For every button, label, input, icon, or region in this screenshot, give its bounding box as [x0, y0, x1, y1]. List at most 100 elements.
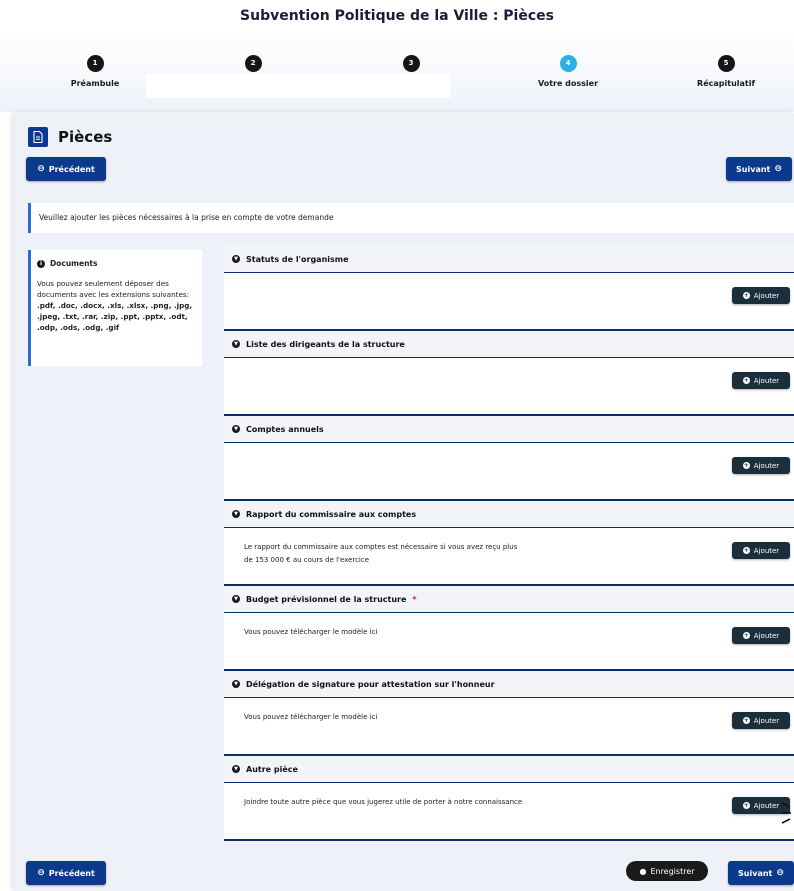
page-heading: Pièces [58, 128, 113, 146]
previous-button-top[interactable]: ⊖ Précédent [26, 157, 106, 181]
piece-body: Le rapport du commissaire aux comptes es… [224, 527, 794, 586]
piece-section: ▼ Comptes annuels + Ajouter [224, 416, 794, 501]
piece-header[interactable]: ▼ Délégation de signature pour attestati… [224, 671, 794, 697]
next-label: Suivant [736, 164, 771, 174]
add-label: Ajouter [753, 631, 780, 640]
piece-title: Délégation de signature pour attestation… [246, 679, 495, 689]
chevron-down-icon: ▼ [232, 425, 240, 433]
piece-body: + Ajouter [224, 357, 794, 416]
piece-title: Liste des dirigeants de la structure [246, 339, 405, 349]
piece-section: ▼ Liste des dirigeants de la structure +… [224, 331, 794, 416]
info-icon: i [37, 259, 45, 268]
piece-body: Vous pouvez télécharger le modèle ici + … [224, 612, 794, 671]
add-label: Ajouter [753, 461, 780, 470]
add-label: Ajouter [753, 716, 780, 725]
plus-icon: + [742, 377, 750, 384]
step-number: 1 [86, 55, 104, 72]
required-marker: * [412, 594, 417, 604]
add-button[interactable]: + Ajouter [732, 627, 790, 644]
documents-info-panel: i Documents Vous pouvez seulement dépose… [28, 250, 202, 366]
next-button-bottom[interactable]: Suivant ⊖ [728, 861, 794, 885]
pieces-list: ▼ Statuts de l'organisme + Ajouter ▼ Lis… [224, 246, 794, 841]
piece-header[interactable]: ▼ Rapport du commissaire aux comptes [224, 501, 794, 527]
notice-message: Veuillez ajouter les pièces nécessaires … [28, 203, 794, 233]
chevron-down-icon: ▼ [232, 765, 240, 773]
step-number: 2 [244, 55, 262, 72]
add-button[interactable]: + Ajouter [732, 287, 790, 304]
step-label: Préambule [70, 79, 120, 88]
piece-section: ▼ Délégation de signature pour attestati… [224, 671, 794, 756]
piece-header[interactable]: ▼ Autre pièce [224, 756, 794, 782]
arrow-left-circle-icon: ⊖ [37, 868, 45, 878]
piece-description: Le rapport du commissaire aux comptes es… [244, 543, 518, 564]
plus-icon: + [742, 632, 750, 639]
piece-header[interactable]: ▼ Budget prévisionnel de la structure * [224, 586, 794, 612]
arrow-right-circle-icon: ⊖ [774, 164, 782, 174]
chevron-down-icon: ▼ [232, 340, 240, 348]
chevron-down-icon: ▼ [232, 595, 240, 603]
next-label: Suivant [738, 868, 773, 878]
documents-title-row: i Documents [37, 258, 196, 269]
page-title: Subvention Politique de la Ville : Pièce… [240, 8, 554, 24]
plus-icon: + [742, 462, 750, 469]
save-label: Enregistrer [650, 866, 695, 876]
previous-label: Précédent [48, 868, 95, 878]
piece-description: Vous pouvez télécharger le modèle ici [244, 713, 378, 721]
add-button[interactable]: + Ajouter [732, 542, 790, 559]
piece-title: Budget prévisionnel de la structure [246, 594, 407, 604]
step-number: 4 [559, 55, 577, 72]
plus-icon: + [742, 717, 750, 724]
piece-section: ▼ Statuts de l'organisme + Ajouter [224, 246, 794, 331]
step-labels-mask [146, 74, 450, 98]
step-label: Votre dossier [537, 79, 599, 88]
piece-description: Vous pouvez télécharger le modèle ici [244, 628, 378, 636]
chevron-down-icon: ▼ [232, 510, 240, 518]
add-button[interactable]: + Ajouter [732, 712, 790, 729]
plus-icon: + [742, 802, 750, 809]
add-label: Ajouter [753, 546, 780, 555]
piece-header[interactable]: ▼ Liste des dirigeants de la structure [224, 331, 794, 357]
piece-header[interactable]: ▼ Comptes annuels [224, 416, 794, 442]
piece-header[interactable]: ▼ Statuts de l'organisme [224, 246, 794, 272]
click-indicator-icon [781, 802, 791, 824]
piece-body: Vous pouvez télécharger le modèle ici + … [224, 697, 794, 756]
piece-section: ▼ Autre pièce Joindre toute autre pièce … [224, 756, 794, 841]
documents-title: Documents [50, 259, 98, 268]
add-button[interactable]: + Ajouter [732, 457, 790, 474]
previous-button-bottom[interactable]: ⊖ Précédent [26, 861, 106, 885]
check-circle-icon: ● [639, 866, 647, 876]
piece-body: Joindre toute autre pièce que vous juger… [224, 782, 794, 841]
step-number: 3 [402, 55, 420, 72]
next-button-top[interactable]: Suivant ⊖ [726, 157, 792, 181]
step-5[interactable]: 5 Récapitulatif [671, 55, 781, 88]
arrow-right-circle-icon: ⊖ [776, 868, 784, 878]
step-4[interactable]: 4 Votre dossier [513, 55, 623, 88]
plus-icon: + [742, 292, 750, 299]
main-content: Pièces ⊖ Précédent Suivant ⊖ Veuillez aj… [14, 113, 794, 891]
arrow-left-circle-icon: ⊖ [37, 164, 45, 174]
piece-body: + Ajouter [224, 442, 794, 501]
step-number: 5 [717, 55, 735, 72]
plus-icon: + [742, 547, 750, 554]
piece-section: ▼ Rapport du commissaire aux comptes Le … [224, 501, 794, 586]
piece-title: Rapport du commissaire aux comptes [246, 509, 417, 519]
previous-label: Précédent [48, 164, 95, 174]
chevron-down-icon: ▼ [232, 680, 240, 688]
piece-section: ▼ Budget prévisionnel de la structure * … [224, 586, 794, 671]
piece-title: Statuts de l'organisme [246, 254, 349, 264]
piece-title: Comptes annuels [246, 424, 324, 434]
step-label: Récapitulatif [697, 79, 755, 88]
save-button[interactable]: ● Enregistrer [626, 861, 708, 881]
section-heading: Pièces [28, 127, 112, 147]
add-button[interactable]: + Ajouter [732, 372, 790, 389]
documents-extensions: .pdf, .doc, .docx, .xls, .xlsx, .png, .j… [37, 301, 193, 332]
add-label: Ajouter [753, 291, 780, 300]
documents-text: Vous pouvez seulement déposer des docume… [37, 279, 190, 299]
piece-description: Joindre toute autre pièce que vous juger… [244, 798, 523, 806]
step-1[interactable]: 1 Préambule [40, 55, 150, 88]
add-label: Ajouter [753, 376, 780, 385]
piece-title: Autre pièce [246, 764, 298, 774]
piece-body: + Ajouter [224, 272, 794, 331]
add-label: Ajouter [753, 801, 780, 810]
chevron-down-icon: ▼ [232, 255, 240, 263]
